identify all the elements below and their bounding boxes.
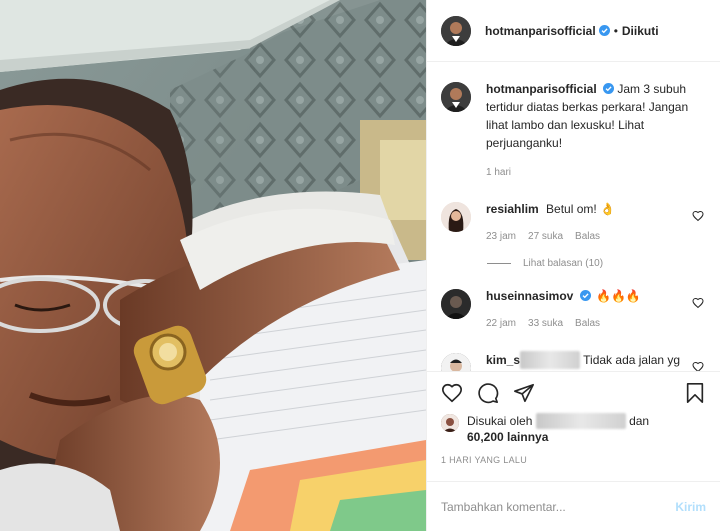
comment-text: Betul om! 👌 bbox=[546, 202, 616, 216]
comment-heart-icon[interactable] bbox=[692, 210, 704, 222]
instagram-post: hotmanparisofficial • Diikuti hotmanpari… bbox=[0, 0, 720, 531]
blurred-username-part: xxxxxxxxxx bbox=[520, 351, 581, 369]
caption: hotmanparisofficial Jam 3 subuh tertidur… bbox=[441, 82, 706, 182]
author-username[interactable]: hotmanparisofficial bbox=[485, 24, 596, 38]
caption-avatar[interactable] bbox=[441, 82, 471, 112]
comment-likes-count[interactable]: 27 suka bbox=[528, 228, 563, 246]
post-header: hotmanparisofficial • Diikuti bbox=[427, 0, 720, 62]
verified-badge-icon bbox=[579, 288, 591, 301]
comment-username[interactable]: resiahlim bbox=[486, 202, 539, 216]
commenter-avatar[interactable] bbox=[441, 353, 471, 371]
view-replies-button[interactable]: Lihat balasan (10) bbox=[487, 258, 706, 269]
post-photo[interactable] bbox=[0, 0, 426, 531]
bookmark-icon[interactable] bbox=[684, 382, 706, 404]
comment-username[interactable]: huseinnasimov bbox=[486, 289, 573, 303]
post-date[interactable]: 1 HARI YANG LALU bbox=[427, 445, 720, 481]
comment-item: resiahlim Betul om! 👌 23 jam 27 suka Bal… bbox=[441, 202, 706, 246]
post-side-panel: hotmanparisofficial • Diikuti hotmanpari… bbox=[426, 0, 720, 531]
share-icon[interactable] bbox=[513, 382, 535, 404]
comment-icon[interactable] bbox=[477, 382, 499, 404]
comment-time[interactable]: 23 jam bbox=[486, 228, 516, 246]
comment-time[interactable]: 22 jam bbox=[486, 315, 516, 333]
post-photo-image bbox=[0, 0, 426, 531]
caption-username[interactable]: hotmanparisofficial bbox=[486, 82, 597, 96]
comment-username[interactable]: kim_s bbox=[486, 353, 520, 367]
reply-button[interactable]: Balas bbox=[575, 315, 600, 333]
likes-summary: Disukai oleh xxxxxxxxxxxxxxx dan 60,200 … bbox=[427, 413, 720, 445]
comment-input[interactable] bbox=[441, 499, 676, 514]
commenter-avatar[interactable] bbox=[441, 289, 471, 319]
verified-badge-icon bbox=[598, 25, 610, 36]
view-replies-label: Lihat balasan (10) bbox=[523, 258, 604, 269]
comment-heart-icon[interactable] bbox=[692, 361, 704, 371]
comment-likes-count[interactable]: 33 suka bbox=[528, 315, 563, 333]
blurred-liker-name: xxxxxxxxxxxxxxx bbox=[535, 413, 626, 429]
author-avatar[interactable] bbox=[441, 15, 471, 46]
comment-text: 🔥🔥🔥 bbox=[596, 289, 641, 303]
comments-list[interactable]: hotmanparisofficial Jam 3 subuh tertidur… bbox=[427, 62, 720, 371]
separator-dot: • bbox=[613, 23, 618, 38]
heart-icon[interactable] bbox=[441, 382, 463, 404]
liked-by-prefix: Disukai oleh bbox=[467, 414, 533, 428]
replies-divider bbox=[487, 263, 511, 264]
post-comment-button[interactable]: Kirim bbox=[675, 500, 706, 514]
liker-avatar[interactable] bbox=[441, 414, 459, 432]
caption-time[interactable]: 1 hari bbox=[486, 164, 511, 182]
comment-item: kim_sxxxxxxxxxx Tidak ada jalan yg lunak… bbox=[441, 351, 706, 371]
post-actions-bar bbox=[427, 371, 720, 413]
follow-status-button[interactable]: Diikuti bbox=[622, 24, 659, 38]
add-comment-form: Kirim bbox=[427, 481, 720, 531]
comment-item: huseinnasimov 🔥🔥🔥 22 jam 33 suka Balas bbox=[441, 289, 706, 333]
liked-by-suffix: dan bbox=[629, 414, 650, 428]
verified-badge-icon bbox=[603, 81, 615, 94]
reply-button[interactable]: Balas bbox=[575, 228, 600, 246]
comment-heart-icon[interactable] bbox=[692, 297, 704, 309]
likes-count-button[interactable]: 60,200 lainnya bbox=[467, 430, 548, 444]
commenter-avatar[interactable] bbox=[441, 202, 471, 232]
